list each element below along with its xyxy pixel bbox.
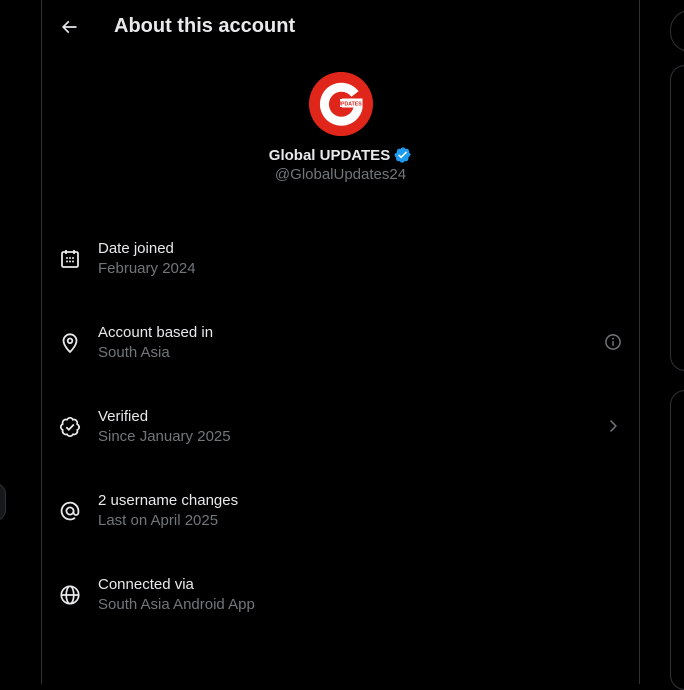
header: About this account: [42, 0, 639, 54]
row-connected-via: Connected via South Asia Android App: [42, 552, 639, 636]
row-subtitle: Since January 2025: [98, 428, 231, 445]
row-title: Verified: [98, 408, 149, 425]
verified-check-icon[interactable]: [394, 146, 412, 164]
account-info-list: Date joined February 2024 Account based …: [42, 216, 639, 636]
info-icon[interactable]: [603, 332, 623, 352]
row-date-joined: Date joined February 2024: [42, 216, 639, 300]
calendar-icon: [61, 250, 79, 268]
row-title: Date joined: [98, 240, 174, 257]
at-sign-icon: [60, 501, 80, 521]
row-title: Connected via: [98, 576, 194, 593]
row-subtitle: South Asia: [98, 344, 170, 361]
display-name-row: Global UPDATES: [42, 146, 639, 164]
back-button[interactable]: [51, 9, 87, 45]
globe-icon: [60, 585, 80, 605]
row-username-changes: 2 username changes Last on April 2025: [42, 468, 639, 552]
right-sidebar-panel-edge-2: [670, 390, 684, 690]
right-sidebar-search-edge[interactable]: [670, 10, 684, 52]
row-verified[interactable]: Verified Since January 2025: [42, 384, 639, 468]
avatar-label: UPDATES: [337, 101, 362, 107]
main-column: About this account UPDATES Global UPDATE…: [41, 0, 640, 684]
right-sidebar-panel-edge: [670, 65, 684, 371]
row-subtitle: February 2024: [98, 260, 196, 277]
row-subtitle: South Asia Android App: [98, 596, 255, 613]
handle: @GlobalUpdates24: [274, 166, 407, 183]
row-title: 2 username changes: [98, 492, 239, 509]
row-subtitle: Last on April 2025: [98, 512, 219, 529]
page-title: About this account: [114, 15, 296, 37]
left-nav-edge[interactable]: [0, 483, 6, 521]
display-name[interactable]: Global UPDATES: [269, 147, 390, 164]
global-updates-logo: UPDATES: [308, 72, 373, 136]
verified-badge-icon: [59, 416, 81, 438]
row-title: Account based in: [98, 324, 214, 341]
back-arrow-icon: [61, 20, 77, 34]
location-pin-icon: [62, 333, 78, 354]
profile-summary: UPDATES Global UPDATES @GlobalUpdates24: [42, 72, 639, 183]
avatar[interactable]: UPDATES: [308, 72, 373, 136]
row-account-based-in: Account based in South Asia: [42, 300, 639, 384]
chevron-right-icon[interactable]: [603, 416, 623, 436]
